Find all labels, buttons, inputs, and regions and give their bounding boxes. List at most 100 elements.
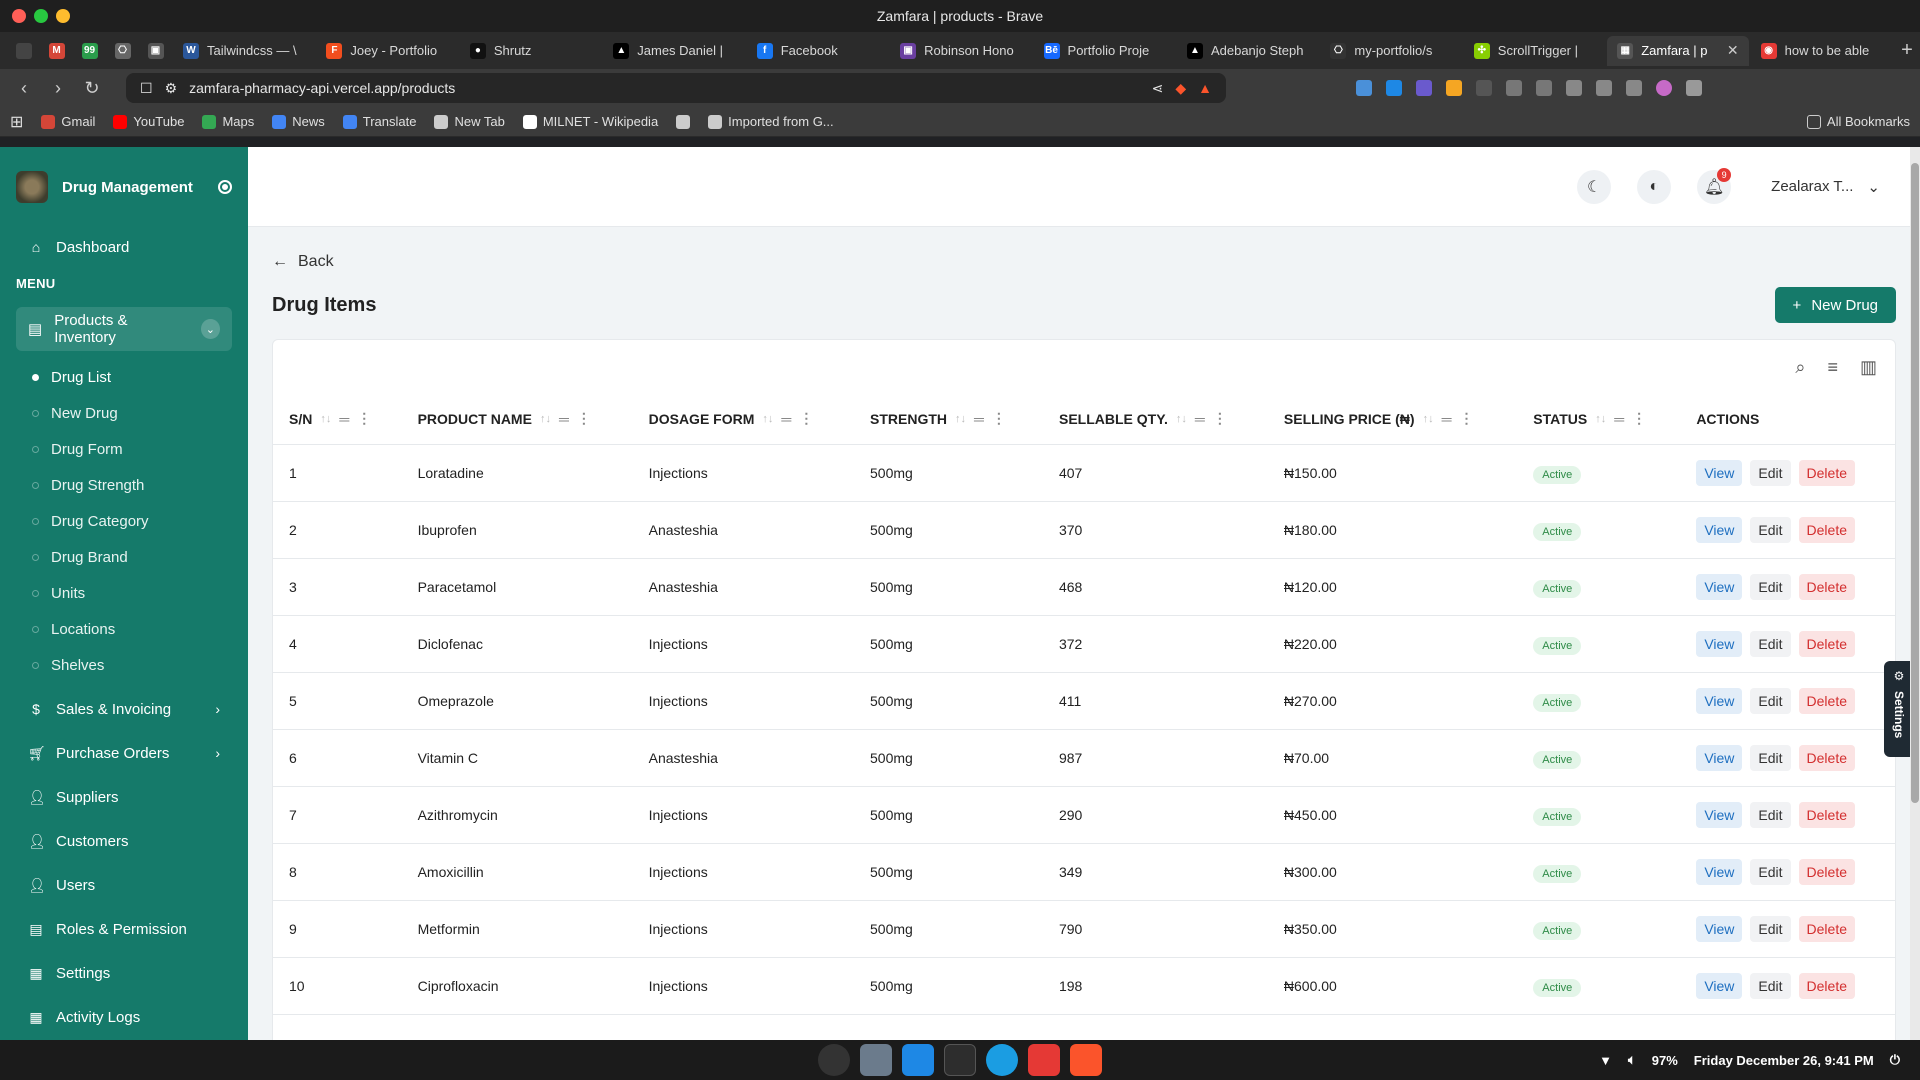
delete-button[interactable]: Delete <box>1798 915 1855 942</box>
sidebar-toggle-button[interactable] <box>218 180 232 194</box>
leo-icon[interactable] <box>1626 80 1642 96</box>
close-tab-icon[interactable]: ✕ <box>1727 42 1739 59</box>
sort-icon[interactable]: ↑↓ <box>320 413 331 425</box>
bookmark-item[interactable]: Maps <box>202 114 254 129</box>
sidebar-subitem-drug-brand[interactable]: Drug Brand <box>0 539 248 575</box>
delete-button[interactable]: Delete <box>1798 516 1855 543</box>
delete-button[interactable]: Delete <box>1798 687 1855 714</box>
user-menu[interactable]: Zealarax T... ⌄ <box>1771 178 1880 196</box>
column-header[interactable]: ACTIONS <box>1680 394 1895 445</box>
bookmark-item[interactable]: YouTube <box>113 114 184 129</box>
share-icon[interactable]: ⋖ <box>1152 80 1164 97</box>
sidebar-subitem-units[interactable]: Units <box>0 575 248 611</box>
new-tab-button[interactable]: + <box>1894 39 1920 62</box>
drag-handle-icon[interactable]: ═ <box>559 411 569 427</box>
sidebar-subitem-shelves[interactable]: Shelves <box>0 647 248 683</box>
delete-button[interactable]: Delete <box>1798 630 1855 657</box>
volume-icon[interactable]: 🔈︎ <box>1628 1052 1636 1068</box>
sidebar-item-activity-logs[interactable]: ▦ Activity Logs <box>0 995 248 1039</box>
delete-button[interactable]: Delete <box>1798 744 1855 771</box>
column-header[interactable]: STRENGTH ↑↓ ═ ⋮ <box>854 394 1043 445</box>
minimize-window-button[interactable] <box>34 9 48 23</box>
back-nav-button[interactable]: ‹ <box>12 78 36 99</box>
view-button[interactable]: View <box>1696 744 1743 771</box>
brave-rewards-icon[interactable]: ▲ <box>1198 80 1212 96</box>
browser-tab[interactable]: ◉ how to be able <box>1751 36 1892 66</box>
extension-icon[interactable] <box>1356 80 1372 96</box>
browser-tab[interactable]: ✣ ScrollTrigger | <box>1464 36 1605 66</box>
view-button[interactable]: View <box>1696 915 1743 942</box>
filter-icon[interactable]: ≡ <box>1827 357 1838 378</box>
edit-button[interactable]: Edit <box>1750 687 1791 714</box>
browser-tab[interactable]: ▣ <box>140 36 171 66</box>
more-vertical-icon[interactable]: ⋮ <box>992 410 1006 427</box>
delete-button[interactable]: Delete <box>1798 801 1855 828</box>
bookmark-item[interactable]: News <box>272 114 325 129</box>
sort-icon[interactable]: ↑↓ <box>1595 413 1606 425</box>
wifi-icon[interactable]: ▼ <box>1599 1053 1612 1068</box>
browser-tab[interactable]: f Facebook <box>747 36 888 66</box>
moon-icon[interactable]: ☾ <box>1577 169 1612 204</box>
drag-handle-icon[interactable]: ═ <box>974 411 984 427</box>
delete-button[interactable]: Delete <box>1798 972 1855 999</box>
brave-icon[interactable] <box>1070 1044 1102 1076</box>
drag-handle-icon[interactable]: ═ <box>1195 411 1205 427</box>
sidebar-subitem-drug-list[interactable]: Drug List <box>0 359 248 395</box>
more-vertical-icon[interactable]: ⋮ <box>357 410 371 427</box>
edit-button[interactable]: Edit <box>1750 801 1791 828</box>
edit-button[interactable]: Edit <box>1750 915 1791 942</box>
sidebar-item-dashboard[interactable]: ⌂ Dashboard <box>0 227 248 267</box>
more-vertical-icon[interactable]: ⋮ <box>577 410 591 427</box>
forward-nav-button[interactable]: › <box>46 78 70 99</box>
battery-indicator[interactable]: 97% <box>1652 1053 1678 1068</box>
edit-button[interactable]: Edit <box>1750 459 1791 486</box>
browser-tab[interactable]: ▲ Adebanjo Steph <box>1177 36 1318 66</box>
sort-icon[interactable]: ↑↓ <box>1176 413 1187 425</box>
extension-icon[interactable] <box>1386 80 1402 96</box>
column-header[interactable]: S/N ↑↓ ═ ⋮ <box>273 394 402 445</box>
close-window-button[interactable] <box>12 9 26 23</box>
column-header[interactable]: SELLING PRICE (₦) ↑↓ ═ ⋮ <box>1267 394 1518 445</box>
view-button[interactable]: View <box>1696 801 1743 828</box>
bookmark-item[interactable]: MILNET - Wikipedia <box>522 114 658 129</box>
maximize-window-button[interactable] <box>56 9 70 23</box>
drag-handle-icon[interactable]: ═ <box>1614 411 1624 427</box>
browser-tab[interactable]: 99 <box>74 36 105 66</box>
view-button[interactable]: View <box>1696 630 1743 657</box>
sidebar-toggle-icon[interactable] <box>1566 80 1582 96</box>
wallet-icon[interactable] <box>1596 80 1612 96</box>
delete-button[interactable]: Delete <box>1798 573 1855 600</box>
chevron-down-icon[interactable]: ⌄ <box>200 319 220 339</box>
terminal-icon[interactable] <box>944 1044 976 1076</box>
url-text[interactable]: zamfara-pharmacy-api.vercel.app/products <box>189 80 1140 96</box>
extension-icon[interactable] <box>1446 80 1462 96</box>
sort-icon[interactable]: ↑↓ <box>1423 413 1434 425</box>
extension-icon[interactable] <box>1416 80 1432 96</box>
sidebar-subitem-drug-form[interactable]: Drug Form <box>0 431 248 467</box>
columns-icon[interactable]: ▥ <box>1860 357 1877 378</box>
drag-handle-icon[interactable]: ═ <box>781 411 791 427</box>
address-bar[interactable]: ☐ ⚙ zamfara-pharmacy-api.vercel.app/prod… <box>126 73 1226 103</box>
puzzle-icon[interactable] <box>1506 80 1522 96</box>
wps-icon[interactable] <box>1028 1044 1060 1076</box>
more-vertical-icon[interactable]: ⋮ <box>1213 410 1227 427</box>
edge-icon[interactable] <box>986 1044 1018 1076</box>
sidebar-subitem-locations[interactable]: Locations <box>0 611 248 647</box>
browser-tab[interactable]: ▲ James Daniel | <box>603 36 744 66</box>
bookmark-item[interactable]: New Tab <box>434 114 505 129</box>
browser-tab[interactable]: ⎔ my-portfolio/s <box>1320 36 1461 66</box>
drag-handle-icon[interactable]: ═ <box>339 411 349 427</box>
search-icon[interactable]: ⌕ <box>1795 357 1805 378</box>
view-button[interactable]: View <box>1696 573 1743 600</box>
sidebar-item-suppliers[interactable]: 👤︎ Suppliers <box>0 775 248 819</box>
browser-tab[interactable]: ● Shrutz <box>460 36 601 66</box>
apps-grid-icon[interactable]: ⊞ <box>10 112 23 132</box>
brave-shield-icon[interactable]: ◆ <box>1175 80 1186 97</box>
bookmark-item[interactable]: Gmail <box>41 114 95 129</box>
sort-icon[interactable]: ↑↓ <box>540 413 551 425</box>
profile-icon[interactable] <box>1656 80 1672 96</box>
files-icon[interactable] <box>860 1044 892 1076</box>
browser-tab[interactable]: ⎔ <box>107 36 138 66</box>
clock[interactable]: Friday December 26, 9:41 PM <box>1694 1053 1874 1068</box>
view-button[interactable]: View <box>1696 972 1743 999</box>
